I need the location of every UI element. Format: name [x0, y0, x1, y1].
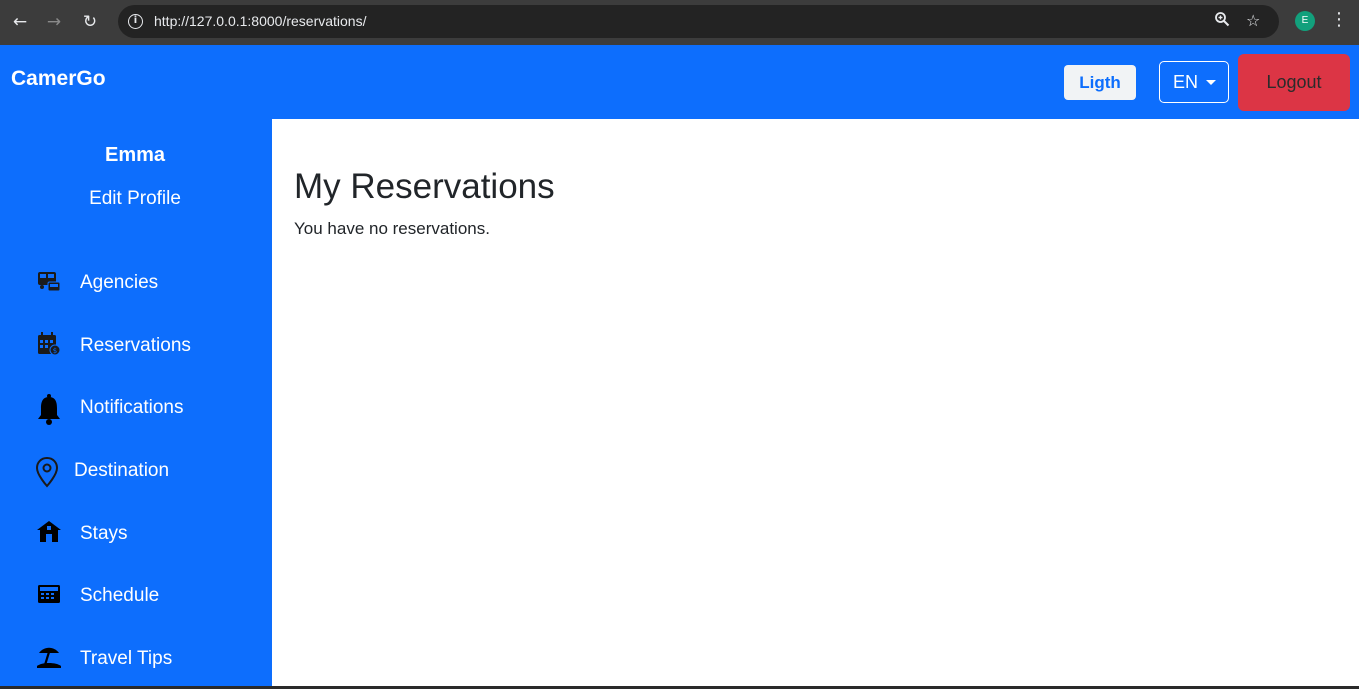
house-icon	[36, 519, 64, 547]
bell-icon	[36, 393, 64, 425]
empty-state-message: You have no reservations.	[294, 219, 490, 238]
forward-icon[interactable]: →	[42, 10, 66, 34]
site-info-icon[interactable]: i	[128, 14, 143, 29]
map-pin-icon	[35, 456, 64, 488]
back-icon[interactable]: ←	[8, 10, 32, 34]
sidebar-item-label: Stays	[80, 523, 128, 544]
sidebar-item-travel-tips[interactable]: Travel Tips	[36, 642, 256, 678]
caret-down-icon	[1206, 80, 1216, 85]
sidebar-item-notifications[interactable]: Notifications	[36, 391, 256, 427]
sidebar-item-label: Travel Tips	[80, 648, 173, 669]
sidebar: Emma Edit Profile Agencies $ Reservation…	[0, 119, 272, 689]
sidebar-item-label: Schedule	[80, 585, 160, 606]
sidebar-item-stays[interactable]: Stays	[36, 517, 256, 553]
reload-icon[interactable]: ↻	[78, 10, 102, 34]
calendar-money-icon: $	[36, 331, 64, 359]
address-bar[interactable]: i http://127.0.0.1:8000/reservations/ ☆	[118, 5, 1279, 38]
url-text[interactable]: http://127.0.0.1:8000/reservations/	[154, 13, 366, 29]
brand-logo[interactable]: CamerGo	[11, 67, 106, 91]
browser-profile-avatar[interactable]: E	[1295, 11, 1315, 31]
page-title: My Reservations	[294, 167, 555, 206]
sidebar-item-label: Destination	[74, 460, 170, 481]
beach-icon	[36, 644, 64, 672]
sidebar-item-schedule[interactable]: Schedule	[36, 579, 256, 615]
edit-profile-link[interactable]: Edit Profile	[0, 188, 270, 210]
main-content: My Reservations You have no reservations…	[272, 119, 1359, 689]
language-label: EN	[1173, 72, 1199, 92]
sidebar-item-label: Reservations	[80, 335, 191, 356]
bookmark-star-icon[interactable]: ☆	[1246, 11, 1260, 30]
bus-agency-icon	[36, 268, 64, 296]
sidebar-item-label: Notifications	[80, 397, 184, 418]
top-navbar: CamerGo Ligth EN Logout	[0, 45, 1359, 119]
browser-menu-icon[interactable]: ⋮	[1330, 9, 1348, 30]
language-dropdown[interactable]: EN	[1159, 61, 1229, 103]
logout-button[interactable]: Logout	[1238, 54, 1350, 111]
sidebar-item-agencies[interactable]: Agencies	[36, 266, 256, 302]
svg-text:$: $	[53, 347, 57, 355]
sidebar-item-destination[interactable]: Destination	[35, 454, 256, 490]
calculator-icon	[36, 581, 64, 609]
sidebar-user-name: Emma	[104, 144, 166, 166]
sidebar-item-label: Agencies	[80, 272, 159, 293]
theme-toggle-button[interactable]: Ligth	[1064, 65, 1136, 100]
sidebar-item-reservations[interactable]: $ Reservations	[36, 329, 256, 365]
zoom-icon[interactable]	[1214, 11, 1230, 31]
browser-toolbar: ← → ↻ i http://127.0.0.1:8000/reservatio…	[0, 0, 1359, 45]
